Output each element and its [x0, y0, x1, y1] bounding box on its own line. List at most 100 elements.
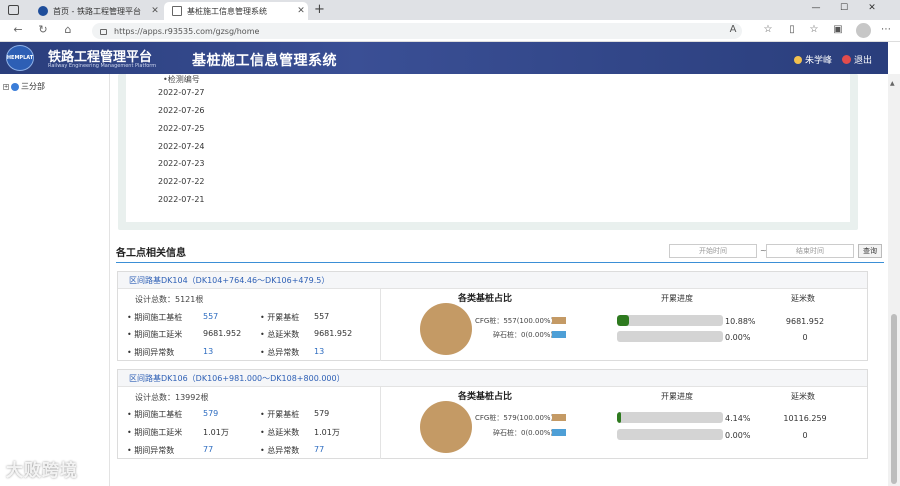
pie-title: 各类基桩占比 — [458, 392, 513, 402]
maximize-icon[interactable]: ☐ — [834, 3, 854, 13]
url-field[interactable]: https://apps.r93535.com/gzsg/home — [92, 23, 742, 39]
list-item[interactable]: 2022-07-21 — [158, 195, 205, 204]
value-total-length: 9681.952 — [314, 329, 353, 338]
favorite-star-icon[interactable]: ☆ — [760, 24, 776, 35]
legend-swatch-cfg — [552, 414, 566, 421]
date-list: •检测编号 2022-07-27 2022-07-26 2022-07-25 2… — [126, 74, 850, 222]
length-value: 0 — [802, 431, 808, 440]
value-total-abnormal[interactable]: 13 — [314, 347, 324, 356]
search-button[interactable]: 查询 — [858, 244, 882, 258]
user-name: 朱学峰 — [805, 56, 833, 66]
sidebar-toggle-icon[interactable] — [8, 5, 19, 15]
progress-percent: 0.00% — [725, 333, 751, 342]
pile-type-pie — [420, 401, 472, 453]
logo-text: HEMPLAT — [6, 55, 34, 61]
progress-bar — [617, 412, 723, 423]
label-period-abnormal: • 期间异常数 — [127, 446, 175, 455]
progress-bar-fill — [617, 412, 622, 423]
list-item[interactable]: 2022-07-27 — [158, 88, 205, 97]
browser-tab-bar: 首页 - 铁路工程管理平台 ✕ 基桩施工信息管理系统 ✕ + — ☐ ✕ — [0, 0, 900, 20]
legend-swatch-gravel — [552, 331, 566, 338]
pie-title: 各类基桩占比 — [458, 294, 513, 304]
list-item[interactable]: 2022-07-22 — [158, 177, 205, 186]
progress-percent: 4.14% — [725, 414, 751, 423]
progress-bar — [617, 331, 723, 342]
list-item[interactable]: 2022-07-26 — [158, 106, 205, 115]
pile-type-pie — [420, 303, 472, 355]
lock-icon — [100, 29, 107, 35]
scroll-up-icon[interactable]: ▲ — [890, 80, 895, 87]
legend-gravel: 碎石桩：0(0.00%) — [493, 429, 554, 437]
favorites-icon[interactable]: ☆ — [806, 24, 822, 35]
address-toolbar: ← ↻ ⌂ https://apps.r93535.com/gzsg/home … — [0, 20, 900, 42]
browser-tab-home[interactable]: 首页 - 铁路工程管理平台 ✕ — [30, 2, 162, 20]
value-total-piles: 557 — [314, 312, 330, 321]
close-icon[interactable]: ✕ — [148, 6, 162, 16]
read-aloud-icon[interactable]: A — [725, 24, 741, 35]
site-name-link[interactable]: 区间路基DK104（DK104+764.46～DK106+479.5） — [118, 272, 867, 289]
legend-gravel: 碎石桩：0(0.00%) — [493, 331, 554, 339]
scroll-thumb[interactable] — [891, 314, 897, 484]
collections-icon[interactable]: ▣ — [830, 24, 846, 35]
platform-favicon-icon — [38, 6, 48, 16]
progress-bar-fill — [617, 315, 629, 326]
value-period-piles[interactable]: 579 — [203, 409, 218, 418]
url-text: https://apps.r93535.com/gzsg/home — [114, 26, 260, 36]
design-total: 设计总数：13992根 — [135, 393, 209, 402]
label-period-length: • 期间施工延米 — [127, 330, 183, 339]
list-item[interactable]: 2022-07-23 — [158, 159, 205, 168]
length-value: 9681.952 — [785, 317, 825, 326]
value-period-length: 1.01万 — [203, 428, 229, 437]
value-total-abnormal[interactable]: 77 — [314, 445, 324, 454]
card-divider — [380, 387, 381, 459]
tree-node-root[interactable]: + 三分部 — [3, 81, 45, 92]
window-close-icon[interactable]: ✕ — [862, 3, 882, 13]
value-period-abnormal[interactable]: 77 — [203, 445, 213, 454]
minimize-icon[interactable]: — — [806, 3, 826, 13]
value-period-abnormal[interactable]: 13 — [203, 347, 213, 356]
home-icon[interactable]: ⌂ — [60, 23, 76, 36]
new-tab-icon[interactable]: + — [314, 2, 325, 17]
page-scrollbar[interactable]: ▲ — [888, 74, 900, 486]
more-menu-icon[interactable]: ⋯ — [878, 24, 894, 35]
refresh-icon[interactable]: ↻ — [35, 23, 51, 36]
progress-bar — [617, 429, 723, 440]
system-title: 基桩施工信息管理系统 — [192, 53, 337, 69]
legend-cfg: CFG桩：579(100.00%) — [475, 414, 554, 422]
user-menu[interactable]: 朱学峰 — [794, 53, 832, 66]
platform-logo: HEMPLAT — [6, 45, 34, 71]
label-period-abnormal: • 期间异常数 — [127, 348, 175, 357]
section-divider — [116, 262, 884, 263]
progress-bar — [617, 315, 723, 326]
list-item[interactable]: 2022-07-24 — [158, 142, 205, 151]
value-period-piles[interactable]: 557 — [203, 312, 218, 321]
length-value: 0 — [802, 333, 808, 342]
expand-icon[interactable]: + — [3, 83, 9, 90]
back-icon[interactable]: ← — [10, 23, 26, 36]
logout-label: 退出 — [854, 56, 873, 66]
profile-avatar[interactable] — [856, 23, 871, 38]
label-total-length: • 总延米数 — [260, 330, 300, 339]
close-icon[interactable]: ✕ — [294, 6, 308, 16]
start-date-input[interactable]: 开始时间 — [669, 244, 757, 258]
detection-date-panel: •检测编号 2022-07-27 2022-07-26 2022-07-25 2… — [118, 74, 858, 230]
progress-percent: 0.00% — [725, 431, 751, 440]
progress-percent: 10.88% — [725, 317, 756, 326]
folder-icon — [11, 82, 19, 91]
browser-tab-pile-system[interactable]: 基桩施工信息管理系统 ✕ — [164, 2, 308, 20]
logout-icon — [842, 55, 851, 64]
card-divider — [380, 289, 381, 361]
label-total-length: • 总延米数 — [260, 428, 300, 437]
end-date-input[interactable]: 结束时间 — [766, 244, 854, 258]
split-screen-icon[interactable]: ▯ — [784, 24, 800, 35]
design-total: 设计总数：5121根 — [135, 295, 204, 304]
value-total-piles: 579 — [314, 409, 330, 418]
logout-button[interactable]: 退出 — [842, 53, 872, 66]
tab-title: 首页 - 铁路工程管理平台 — [53, 6, 141, 16]
label-period-piles: • 期间施工基桩 — [127, 313, 183, 322]
length-header: 延米数 — [791, 392, 815, 401]
list-item[interactable]: 2022-07-25 — [158, 124, 205, 133]
site-card: 区间路基DK104（DK104+764.46～DK106+479.5） 设计总数… — [117, 271, 868, 361]
legend-swatch-cfg — [552, 317, 566, 324]
site-name-link[interactable]: 区间路基DK106（DK106+981.000～DK108+800.000） — [118, 370, 867, 387]
